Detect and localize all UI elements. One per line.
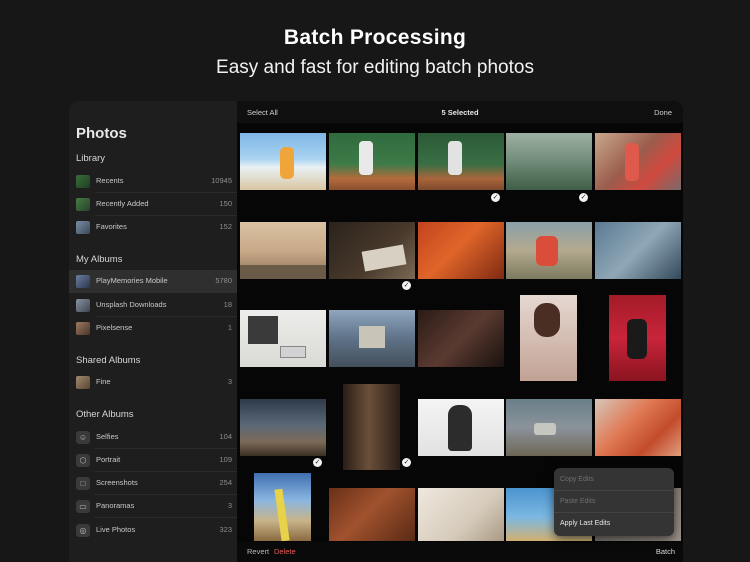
playmemories-thumbnail — [76, 275, 90, 288]
cube-icon: ⬡ — [76, 454, 90, 467]
photo-thumbnail[interactable] — [343, 384, 400, 470]
sidebar-item-count: 18 — [223, 300, 232, 309]
batch-button[interactable]: Batch — [656, 547, 675, 556]
tablet-screen: Photos Library Recents 10945 Recently Ad… — [69, 101, 683, 562]
sidebar-item-selfies[interactable]: ☺ Selfies 104 — [69, 426, 237, 449]
sidebar-item-pixelsense[interactable]: Pixelsense 1 — [69, 317, 237, 340]
sidebar-item-recents[interactable]: Recents 10945 — [69, 170, 237, 193]
sidebar-item-unsplash-downloads[interactable]: Unsplash Downloads 18 — [69, 294, 237, 317]
paste-edits-menu-item[interactable]: Paste Edits — [560, 498, 595, 505]
photo-thumbnail[interactable] — [254, 473, 311, 541]
photo-thumbnail[interactable] — [418, 488, 504, 541]
sidebar-item-count: 3 — [227, 377, 232, 386]
selected-count: 5 Selected — [441, 108, 479, 117]
sidebar-item-label: Screenshots — [96, 478, 138, 487]
favorites-thumbnail — [76, 221, 90, 234]
section-other-albums: Other Albums — [76, 409, 134, 420]
sidebar-item-count: 5780 — [215, 276, 232, 285]
section-shared-albums: Shared Albums — [76, 355, 141, 366]
sidebar-item-label: Favorites — [96, 222, 127, 231]
sidebar-item-label: Portrait — [96, 455, 121, 464]
sidebar-item-count: 109 — [219, 455, 232, 464]
photo-thumbnail[interactable] — [506, 399, 592, 456]
sidebar-item-count: 3 — [227, 501, 232, 510]
batch-menu-popover: Copy Edits Paste Edits Apply Last Edits — [554, 468, 674, 536]
sidebar-item-label: Recently Added — [96, 199, 149, 208]
photo-thumbnail[interactable] — [329, 488, 415, 541]
sidebar-item-label: Pixelsense — [96, 323, 133, 332]
recents-thumbnail — [76, 175, 90, 188]
fine-thumbnail — [76, 376, 90, 389]
sidebar-item-label: Recents — [96, 176, 124, 185]
copy-edits-menu-item[interactable]: Copy Edits — [560, 476, 594, 483]
photo-thumbnail[interactable] — [240, 399, 326, 456]
photo-thumbnail[interactable] — [520, 295, 577, 381]
photo-thumbnail[interactable] — [240, 222, 326, 279]
sidebar-item-playmemories-mobile[interactable]: PlayMemories Mobile 5780 — [69, 270, 237, 293]
apply-last-edits-menu-item[interactable]: Apply Last Edits — [560, 520, 610, 527]
photo-thumbnail[interactable] — [595, 222, 681, 279]
sidebar-item-fine[interactable]: Fine 3 — [69, 371, 237, 394]
sidebar-item-label: Panoramas — [96, 501, 135, 510]
sidebar-item-label: Live Photos — [96, 525, 136, 534]
sidebar-item-favorites[interactable]: Favorites 152 — [69, 216, 237, 239]
done-button[interactable]: Done — [654, 108, 672, 117]
revert-button[interactable]: Revert — [247, 547, 269, 556]
sidebar-item-label: PlayMemories Mobile — [96, 276, 168, 285]
hero-title: Batch Processing — [283, 26, 467, 49]
photo-thumbnail[interactable] — [240, 310, 326, 367]
section-my-albums: My Albums — [76, 254, 123, 265]
sidebar-item-count: 323 — [219, 525, 232, 534]
panorama-icon: ▭ — [76, 500, 90, 513]
sidebar-item-panoramas[interactable]: ▭ Panoramas 3 — [69, 495, 237, 518]
photo-thumbnail[interactable] — [418, 310, 504, 367]
pixelsense-thumbnail — [76, 322, 90, 335]
sidebar-item-label: Fine — [96, 377, 111, 386]
grid-bottom-toolbar: Revert Delete Batch — [237, 542, 683, 562]
sidebar-item-count: 254 — [219, 478, 232, 487]
section-library: Library — [76, 153, 106, 164]
screenshot-icon: □ — [76, 477, 90, 490]
sidebar-item-portrait[interactable]: ⬡ Portrait 109 — [69, 449, 237, 472]
photo-thumbnail[interactable] — [329, 310, 415, 367]
photo-thumbnail[interactable] — [418, 133, 504, 190]
photo-thumbnail[interactable] — [609, 295, 666, 381]
sidebar-item-label: Selfies — [96, 432, 119, 441]
grid-toolbar: Select All 5 Selected Done — [237, 101, 683, 123]
photo-thumbnail[interactable] — [418, 399, 504, 456]
sidebar-title: Photos — [76, 125, 127, 142]
selected-checkmark-icon: ✓ — [313, 458, 322, 467]
selfie-icon: ☺ — [76, 431, 90, 444]
sidebar: Photos Library Recents 10945 Recently Ad… — [69, 101, 237, 562]
photo-thumbnail[interactable] — [506, 133, 592, 190]
sidebar-item-screenshots[interactable]: □ Screenshots 254 — [69, 472, 237, 495]
sidebar-item-recently-added[interactable]: Recently Added 150 — [69, 193, 237, 216]
photo-thumbnail[interactable] — [595, 133, 681, 190]
sidebar-item-live-photos[interactable]: ◎ Live Photos 323 — [69, 519, 237, 542]
recently-added-thumbnail — [76, 198, 90, 211]
photo-thumbnail[interactable] — [329, 133, 415, 190]
sidebar-item-label: Unsplash Downloads — [96, 300, 167, 309]
delete-button[interactable]: Delete — [274, 547, 296, 556]
photo-thumbnail[interactable] — [595, 399, 681, 456]
photo-thumbnail[interactable] — [418, 222, 504, 279]
unsplash-thumbnail — [76, 299, 90, 312]
selected-checkmark-icon: ✓ — [402, 458, 411, 467]
live-photo-icon: ◎ — [76, 524, 90, 537]
sidebar-item-count: 152 — [219, 222, 232, 231]
sidebar-item-count: 10945 — [211, 176, 232, 185]
sidebar-item-count: 104 — [219, 432, 232, 441]
selected-checkmark-icon: ✓ — [402, 281, 411, 290]
selected-checkmark-icon: ✓ — [491, 193, 500, 202]
sidebar-item-count: 150 — [219, 199, 232, 208]
hero-subtitle: Easy and fast for editing batch photos — [216, 57, 534, 78]
photo-thumbnail[interactable] — [240, 133, 326, 190]
sidebar-item-count: 1 — [227, 323, 232, 332]
photo-thumbnail[interactable] — [506, 222, 592, 279]
selected-checkmark-icon: ✓ — [579, 193, 588, 202]
photo-thumbnail[interactable] — [329, 222, 415, 279]
